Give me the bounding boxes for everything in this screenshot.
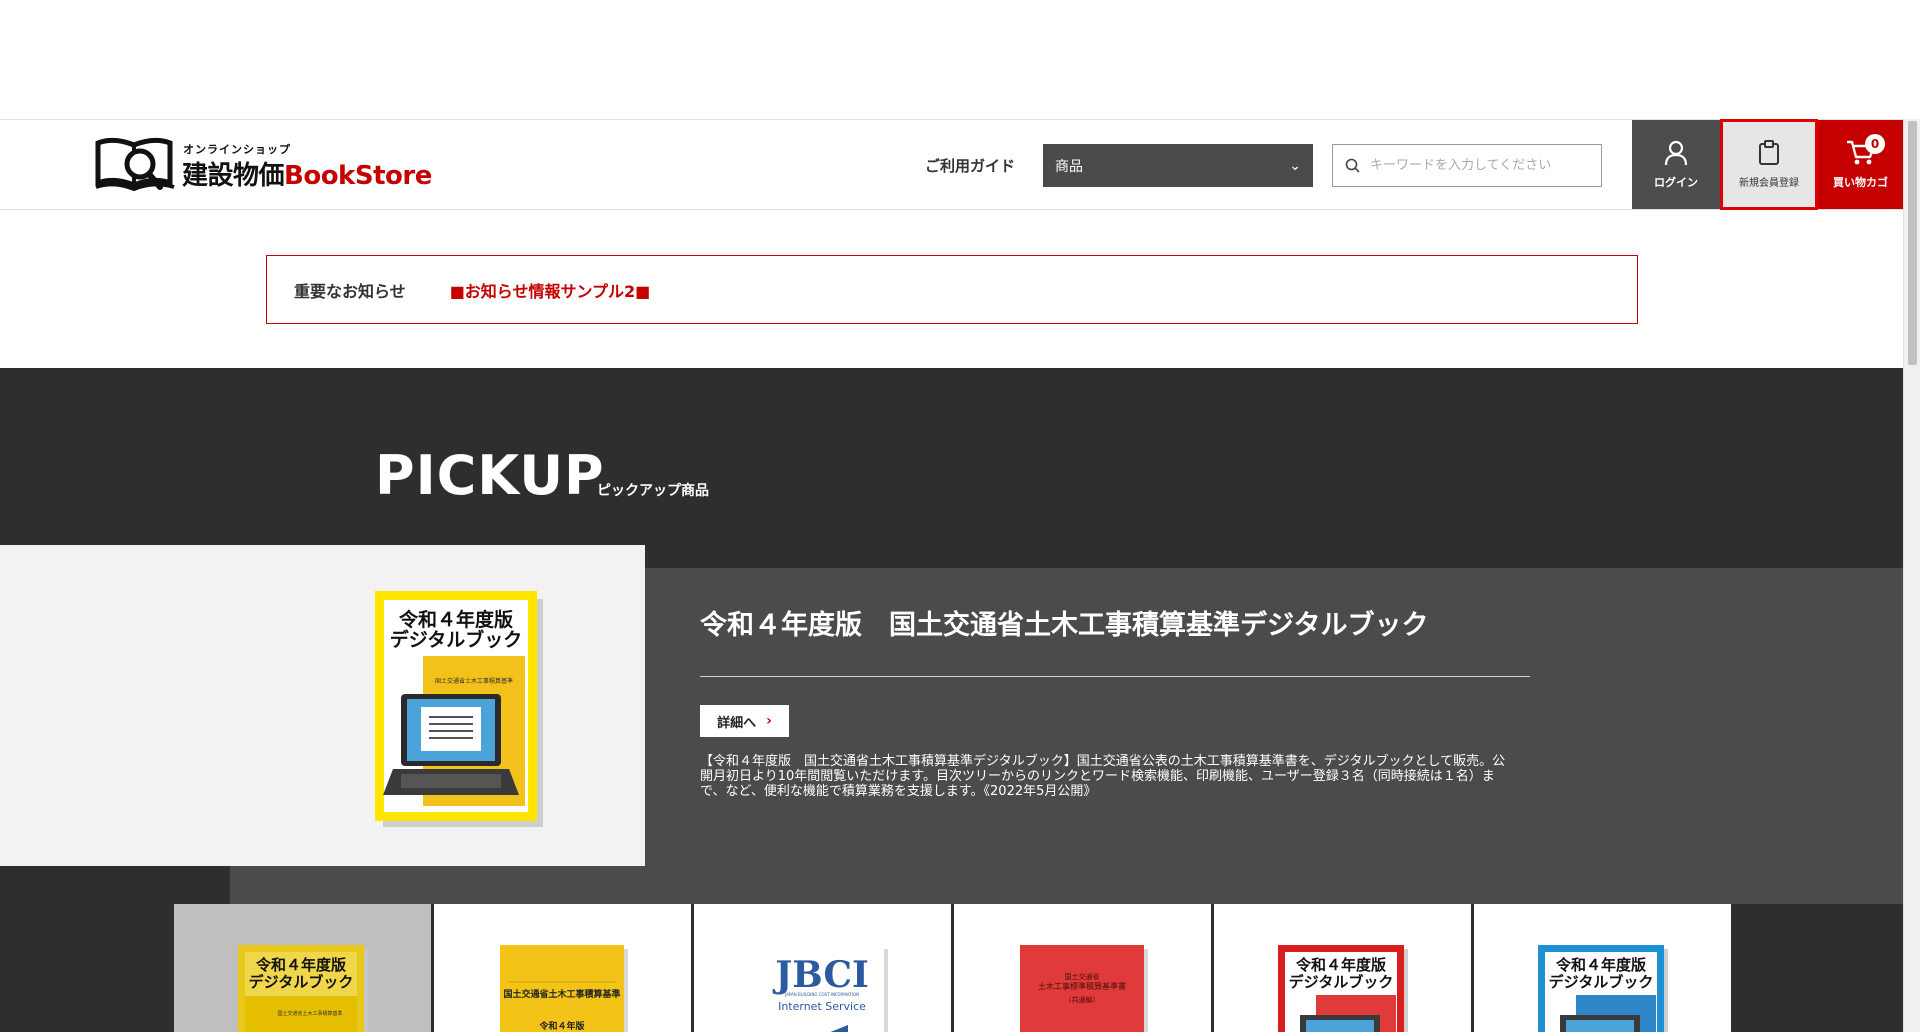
login-button[interactable]: ログイン	[1632, 120, 1720, 209]
thumb-1-line2: デジタルブック	[248, 973, 353, 991]
important-notice-box: 重要なお知らせ ■お知らせ情報サンプル2■	[266, 255, 1638, 324]
pickup-thumb-2[interactable]: 国土交通省土木工事積算基準 令和４年版	[434, 904, 691, 1032]
thumb-2-line2: 令和４年版	[538, 1020, 584, 1032]
pickup-title: PICKUP	[375, 444, 605, 507]
feature-cover-subtitle: 国土交通省土木工事積算基準	[435, 677, 513, 685]
thumb-6-line2: デジタルブック	[1548, 973, 1653, 991]
feature-cover-line2: デジタルブック	[390, 628, 523, 651]
thumb-4-cover: 国土交通省 土木工事標準積算基準書 （共通編）	[1019, 945, 1148, 1032]
cart-label: 買い物カゴ	[1833, 175, 1888, 189]
pickup-subtitle: ピックアップ商品	[597, 483, 709, 499]
clipboard-icon	[1759, 140, 1779, 165]
cart-count-badge: 0	[1865, 134, 1885, 154]
pickup-thumb-5[interactable]: 令和４年度版 デジタルブック	[1214, 904, 1471, 1032]
thumb-1-line1: 令和４年度版	[255, 956, 345, 974]
pickup-thumb-6[interactable]: 令和４年度版 デジタルブック	[1474, 904, 1731, 1032]
search-icon[interactable]	[1345, 158, 1360, 173]
feature-divider	[700, 676, 1530, 677]
site-logo[interactable]: オンラインショップ 建設物価BookStore	[94, 133, 432, 195]
logo-title: 建設物価BookStore	[182, 155, 432, 192]
thumb-3-cover: JBCI JAPAN BUILDING COST INFORMATION Int…	[759, 945, 888, 1032]
thumb-6-line1: 令和４年度版	[1555, 956, 1645, 974]
thumb-1-cover: 令和４年度版 デジタルブック 国土交通省土木工事積算基準	[237, 945, 368, 1032]
thumb-3-line2: JAPAN BUILDING COST INFORMATION	[784, 992, 859, 997]
thumb-5-line1: 令和４年度版	[1295, 956, 1385, 974]
pickup-thumb-4[interactable]: 国土交通省 土木工事標準積算基準書 （共通編）	[954, 904, 1211, 1032]
thumb-4-line1: 国土交通省	[1064, 972, 1099, 981]
thumb-6-cover: 令和４年度版 デジタルブック	[1537, 945, 1668, 1032]
usage-guide-link[interactable]: ご利用ガイド	[925, 155, 1015, 176]
cart-button[interactable]: 0 買い物カゴ	[1818, 120, 1903, 209]
site-header: オンラインショップ 建設物価BookStore ご利用ガイド 商品 ⌄ ログイン…	[0, 119, 1903, 210]
thumb-4-line3: （共通編）	[1064, 995, 1099, 1004]
logo-title-main: 建設物価	[182, 161, 285, 191]
thumb-1-sub: 国土交通省土木工事積算基準	[277, 1010, 342, 1017]
pickup-section: PICKUP ピックアップ商品 令和４年度版 デジタルブック 国土交通省土木工事…	[0, 368, 1903, 1032]
chevron-right-icon: ›	[766, 713, 772, 729]
search-box	[1332, 144, 1602, 187]
chevron-down-icon: ⌄	[1289, 157, 1301, 174]
search-category-select[interactable]: 商品 ⌄	[1043, 144, 1313, 187]
thumb-5-cover: 令和４年度版 デジタルブック	[1277, 945, 1408, 1032]
feature-cover-line1: 令和４年度版	[399, 608, 513, 631]
thumb-5-line2: デジタルブック	[1288, 973, 1393, 991]
thumb-2-line1: 国土交通省土木工事積算基準	[503, 988, 620, 1000]
thumb-3-line1: JBCI	[772, 954, 869, 996]
search-input[interactable]	[1370, 158, 1590, 173]
pickup-thumb-1[interactable]: 令和４年度版 デジタルブック 国土交通省土木工事積算基準	[174, 904, 431, 1032]
scrollbar-thumb[interactable]	[1908, 121, 1917, 365]
thumb-4-line2: 土木工事標準積算基準書	[1038, 981, 1126, 991]
login-label: ログイン	[1654, 175, 1698, 189]
feature-description: 【令和４年度版 国土交通省土木工事積算基準デジタルブック】国土交通省公表の土木工…	[700, 754, 1506, 799]
thumb-3-line3: Internet Service	[778, 1000, 866, 1013]
feature-book-cover[interactable]: 令和４年度版 デジタルブック 国土交通省土木工事積算基準	[375, 591, 547, 829]
page-scrollbar[interactable]	[1903, 119, 1920, 1032]
notice-link[interactable]: ■お知らせ情報サンプル2■	[450, 278, 651, 302]
user-icon	[1664, 140, 1688, 165]
top-blank-area	[0, 0, 1903, 119]
detail-button[interactable]: 詳細へ ›	[700, 705, 789, 737]
register-label: 新規会員登録	[1739, 178, 1799, 189]
register-button[interactable]: 新規会員登録	[1720, 119, 1818, 210]
thumb-2-cover: 国土交通省土木工事積算基準 令和４年版	[499, 945, 628, 1032]
search-category-value: 商品	[1055, 158, 1083, 175]
feature-image-panel	[0, 545, 645, 866]
pickup-thumb-3[interactable]: JBCI JAPAN BUILDING COST INFORMATION Int…	[694, 904, 951, 1032]
feature-title[interactable]: 令和４年度版 国土交通省土木工事積算基準デジタルブック	[700, 603, 1428, 642]
detail-button-label: 詳細へ	[717, 715, 757, 731]
notice-title: 重要なお知らせ	[294, 281, 406, 301]
book-magnifier-logo-icon	[95, 137, 175, 192]
pickup-thumbnail-strip: 令和４年度版 デジタルブック 国土交通省土木工事積算基準 国土交通省土木工事積算…	[174, 904, 1731, 1032]
logo-title-brand: BookStore	[284, 161, 432, 191]
